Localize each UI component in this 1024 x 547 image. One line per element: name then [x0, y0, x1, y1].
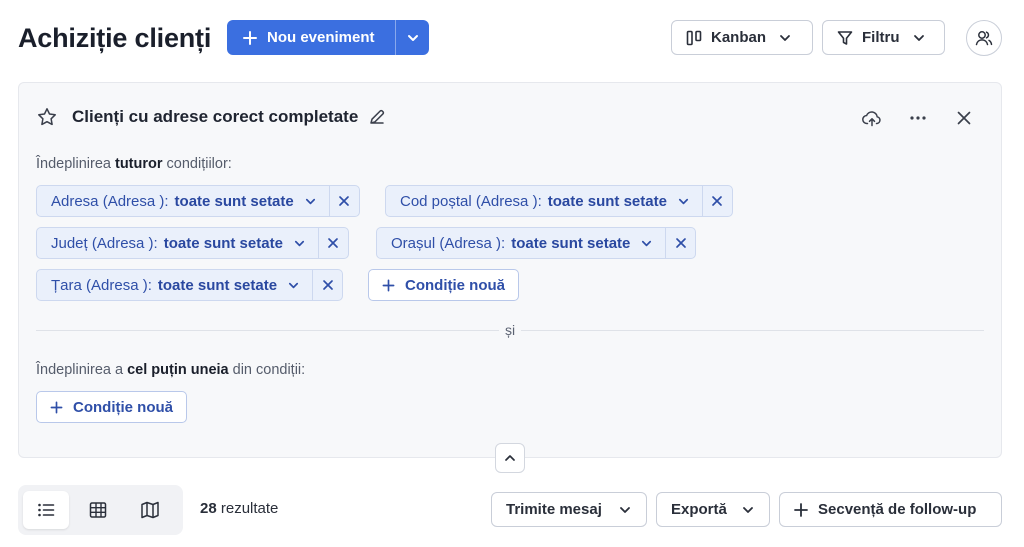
condition-chip-dropdown[interactable]: Cod poștal (Adresa ): toate sunt setate	[386, 186, 702, 216]
chevron-down-icon	[678, 198, 688, 204]
condition-field: Cod poștal (Adresa ):	[400, 192, 542, 210]
condition-value: toate sunt setate	[511, 234, 631, 252]
condition-chip-dropdown[interactable]: Județ (Adresa ): toate sunt setate	[37, 228, 318, 258]
export-label: Exportă	[671, 501, 727, 518]
results-label: rezultate	[216, 500, 279, 517]
condition-field: Județ (Adresa ):	[51, 234, 158, 252]
condition-chip-dropdown[interactable]: Orașul (Adresa ): toate sunt setate	[377, 228, 665, 258]
star-icon[interactable]	[36, 106, 58, 128]
table-view-button[interactable]	[75, 491, 121, 529]
save-cloud-button[interactable]	[860, 106, 884, 130]
close-icon	[957, 111, 971, 125]
intro-text: din condiții:	[228, 362, 306, 378]
chevron-down-icon	[289, 282, 299, 288]
plus-icon	[794, 502, 808, 517]
send-message-label: Trimite mesaj	[506, 501, 602, 518]
new-event-label: Nou eveniment	[267, 29, 375, 46]
chevron-down-icon	[294, 240, 304, 246]
filter-button[interactable]: Filtru	[822, 20, 945, 55]
chevron-down-icon	[743, 506, 753, 513]
follow-up-sequence-button[interactable]: Secvență de follow-up	[779, 492, 1002, 527]
kanban-view-button[interactable]: Kanban	[671, 20, 813, 55]
map-icon	[141, 501, 159, 519]
send-message-button[interactable]: Trimite mesaj	[491, 492, 647, 527]
condition-field: Orașul (Adresa ):	[391, 234, 506, 252]
any-conditions-intro: Îndeplinirea a cel puțin uneia din condi…	[36, 362, 305, 378]
condition-chip-dropdown[interactable]: Țara (Adresa ): toate sunt setate	[37, 270, 312, 300]
chevron-down-icon	[642, 240, 652, 246]
cloud-upload-icon	[862, 111, 881, 127]
intro-text: condițiilor:	[162, 156, 232, 172]
close-icon	[712, 196, 723, 206]
segment-header: Clienți cu adrese corect completate	[36, 106, 386, 128]
list-icon	[38, 503, 55, 517]
condition-value: toate sunt setate	[163, 234, 283, 252]
chevron-down-icon	[913, 34, 924, 41]
results-count: 28 rezultate	[200, 500, 278, 517]
condition-chip-dropdown[interactable]: Adresa (Adresa ): toate sunt setate	[37, 186, 329, 216]
view-switcher	[18, 485, 183, 535]
page-title: Achiziție clienți	[18, 23, 212, 53]
new-event-button[interactable]: Nou eveniment	[227, 20, 395, 55]
close-icon	[322, 280, 333, 290]
users-button[interactable]	[966, 20, 1002, 56]
condition-value: toate sunt setate	[174, 192, 294, 210]
more-options-button[interactable]	[906, 106, 930, 130]
chevron-up-icon	[505, 455, 515, 461]
close-icon	[328, 238, 339, 248]
export-button[interactable]: Exportă	[656, 492, 770, 527]
results-number: 28	[200, 500, 217, 517]
list-view-button[interactable]	[23, 491, 69, 529]
group-joiner-label: și	[499, 320, 521, 340]
kanban-icon	[686, 30, 702, 45]
chevron-down-icon	[305, 198, 315, 204]
segment-name: Clienți cu adrese corect completate	[72, 107, 359, 126]
remove-condition-button[interactable]	[312, 270, 342, 300]
condition-value: toate sunt setate	[547, 192, 667, 210]
condition-chip: Județ (Adresa ): toate sunt setate	[36, 227, 349, 259]
intro-emphasis: cel puțin uneia	[127, 362, 229, 378]
table-icon	[89, 502, 107, 518]
intro-emphasis: tuturor	[115, 156, 163, 172]
plus-icon	[50, 401, 63, 413]
plus-icon	[382, 279, 395, 291]
condition-field: Țara (Adresa ):	[51, 276, 152, 294]
remove-condition-button[interactable]	[665, 228, 695, 258]
condition-value: toate sunt setate	[157, 276, 278, 294]
remove-condition-button[interactable]	[317, 228, 348, 258]
intro-text: Îndeplinirea	[36, 156, 115, 172]
new-event-split-button: Nou eveniment	[227, 20, 429, 55]
close-panel-button[interactable]	[952, 106, 976, 130]
condition-chip: Adresa (Adresa ): toate sunt setate	[36, 185, 360, 217]
chevron-down-icon	[780, 34, 790, 41]
plus-icon	[243, 30, 257, 45]
pencil-icon[interactable]	[368, 108, 386, 126]
condition-chip: Cod poștal (Adresa ): toate sunt setate	[385, 185, 733, 217]
intro-text: Îndeplinirea a	[36, 362, 128, 378]
funnel-icon	[837, 30, 853, 45]
condition-field: Adresa (Adresa ):	[51, 192, 169, 210]
new-event-menu-button[interactable]	[396, 20, 429, 55]
add-condition-any-button[interactable]: Condiție nouă	[36, 391, 187, 423]
chevron-down-icon	[407, 34, 418, 41]
follow-up-sequence-label: Secvență de follow-up	[818, 501, 977, 518]
close-icon	[339, 196, 350, 206]
chevron-down-icon	[620, 506, 630, 513]
filter-label: Filtru	[862, 29, 900, 46]
add-condition-label: Condiție nouă	[73, 398, 173, 416]
remove-condition-button[interactable]	[701, 186, 732, 216]
ellipsis-icon	[910, 116, 926, 120]
close-icon	[676, 238, 686, 248]
collapse-panel-button[interactable]	[495, 443, 525, 473]
all-conditions-intro: Îndeplinirea tuturor condițiilor:	[36, 156, 232, 172]
kanban-label: Kanban	[711, 29, 767, 46]
map-view-button[interactable]	[127, 491, 173, 529]
users-icon	[975, 31, 993, 46]
add-condition-all-button[interactable]: Condiție nouă	[368, 269, 519, 301]
add-condition-label: Condiție nouă	[405, 276, 505, 294]
condition-chip: Orașul (Adresa ): toate sunt setate	[376, 227, 697, 259]
remove-condition-button[interactable]	[328, 186, 359, 216]
condition-chip: Țara (Adresa ): toate sunt setate	[36, 269, 344, 301]
segment-actions	[860, 106, 976, 130]
